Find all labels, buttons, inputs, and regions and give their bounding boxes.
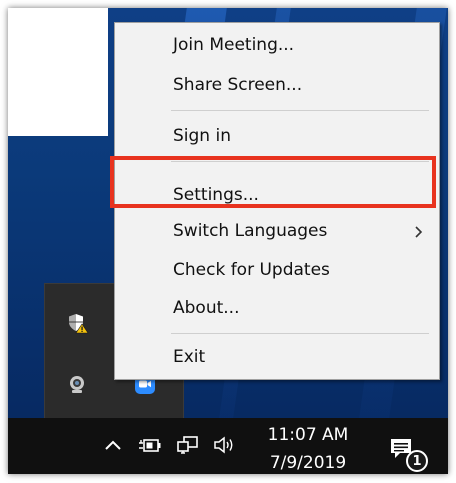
taskbar: 11:07 AM 7/9/2019 1: [8, 418, 448, 474]
menu-item-label: Exit: [173, 347, 206, 367]
screenshot-frame: Join Meeting... Share Screen... Sign in …: [8, 8, 448, 474]
menu-item-sign-in[interactable]: Sign in: [115, 118, 439, 154]
menu-item-exit[interactable]: Exit: [115, 339, 439, 375]
menu-item-switch-languages[interactable]: Switch Languages: [115, 213, 439, 249]
menu-item-share-screen[interactable]: Share Screen...: [115, 67, 439, 103]
menu-item-label: Sign in: [173, 126, 231, 146]
menu-separator: [171, 333, 429, 334]
menu-separator: [171, 110, 429, 111]
notification-count-badge: 1: [406, 450, 428, 472]
menu-item-label: Share Screen...: [173, 75, 303, 95]
chevron-up-icon[interactable]: [102, 434, 124, 456]
security-warning-icon[interactable]: [67, 312, 89, 334]
volume-icon[interactable]: [212, 434, 234, 456]
menu-item-label: Check for Updates: [173, 260, 330, 280]
settings-highlight-box: [110, 156, 436, 208]
chevron-right-icon: [413, 224, 425, 238]
menu-item-about[interactable]: About...: [115, 290, 439, 326]
menu-item-label: Join Meeting...: [173, 35, 295, 55]
network-icon[interactable]: [176, 434, 198, 456]
webcam-icon[interactable]: [67, 374, 87, 394]
background-window: [8, 8, 108, 136]
clock-date: 7/9/2019: [269, 453, 347, 473]
menu-item-label: About...: [173, 298, 240, 318]
menu-item-join-meeting[interactable]: Join Meeting...: [115, 27, 439, 63]
menu-item-check-for-updates[interactable]: Check for Updates: [115, 252, 439, 288]
menu-item-label: Switch Languages: [173, 221, 328, 241]
taskbar-clock[interactable]: 11:07 AM 7/9/2019: [262, 424, 354, 474]
clock-time: 11:07 AM: [267, 425, 349, 445]
battery-icon[interactable]: [138, 434, 161, 456]
